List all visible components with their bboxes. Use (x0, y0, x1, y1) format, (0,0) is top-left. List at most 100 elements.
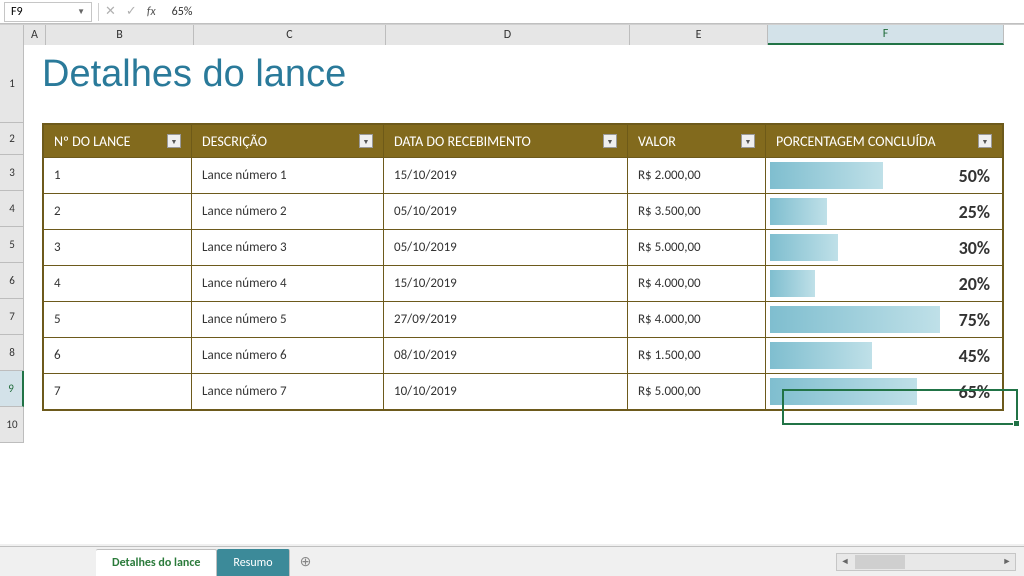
table-row: 1Lance número 115/10/2019R$ 2.000,00 50% (44, 157, 1002, 193)
formula-bar-value[interactable]: 65% (172, 5, 193, 19)
data-bar (770, 198, 827, 225)
confirm-icon[interactable]: ✓ (126, 4, 137, 19)
fx-icon[interactable]: fx (147, 5, 156, 19)
cell-percent[interactable]: 30% (766, 230, 1002, 265)
row-header-3[interactable]: 3 (0, 155, 24, 191)
cell-description[interactable]: Lance número 2 (192, 194, 384, 229)
cell-number[interactable]: 5 (44, 302, 192, 337)
percent-text: 65% (959, 381, 990, 403)
scroll-right-icon[interactable]: ► (999, 556, 1015, 567)
filter-dropdown-icon[interactable]: ▼ (359, 134, 373, 148)
cell-percent[interactable]: 25% (766, 194, 1002, 229)
row-header-6[interactable]: 6 (0, 263, 24, 299)
formula-bar-buttons: ✕ ✓ fx (105, 4, 156, 19)
row-header-9[interactable]: 9 (0, 371, 24, 407)
cell-description[interactable]: Lance número 1 (192, 158, 384, 193)
cell-description[interactable]: Lance número 3 (192, 230, 384, 265)
column-header-c[interactable]: C (194, 25, 386, 45)
sheet-tab-label: Resumo (233, 556, 272, 570)
cell-date[interactable]: 05/10/2019 (384, 230, 628, 265)
filter-dropdown-icon[interactable]: ▼ (603, 134, 617, 148)
cell-value[interactable]: R$ 5.000,00 (628, 374, 766, 409)
filter-dropdown-icon[interactable]: ▼ (741, 134, 755, 148)
table-column-header[interactable]: PORCENTAGEM CONCLUÍDA▼ (766, 125, 1002, 157)
table-column-label: VALOR (638, 133, 676, 150)
scroll-left-icon[interactable]: ◄ (837, 556, 853, 567)
cell-value[interactable]: R$ 1.500,00 (628, 338, 766, 373)
sheet-tab-resumo[interactable]: Resumo (217, 549, 289, 576)
percent-text: 30% (959, 237, 990, 259)
filter-dropdown-icon[interactable]: ▼ (978, 134, 992, 148)
name-box[interactable]: F9 ▼ (4, 2, 92, 22)
cell-number[interactable]: 2 (44, 194, 192, 229)
cell-percent[interactable]: 75% (766, 302, 1002, 337)
sheet-tab-label: Detalhes do lance (112, 556, 200, 570)
row-header-2[interactable]: 2 (0, 123, 24, 155)
page-title: Detalhes do lance (42, 53, 346, 96)
separator (98, 3, 99, 21)
cell-date[interactable]: 27/09/2019 (384, 302, 628, 337)
cell-value[interactable]: R$ 5.000,00 (628, 230, 766, 265)
table-row: 5Lance número 527/09/2019R$ 4.000,0075% (44, 301, 1002, 337)
cell-date[interactable]: 15/10/2019 (384, 158, 628, 193)
cell-percent[interactable]: 65% (766, 374, 1002, 409)
table-row: 3Lance número 305/10/2019R$ 5.000,00 30% (44, 229, 1002, 265)
cell-description[interactable]: Lance número 4 (192, 266, 384, 301)
scroll-thumb[interactable] (855, 555, 905, 569)
table-row: 6Lance número 608/10/2019R$ 1.500,0045% (44, 337, 1002, 373)
cell-number[interactable]: 6 (44, 338, 192, 373)
cell-date[interactable]: 08/10/2019 (384, 338, 628, 373)
column-header-b[interactable]: B (46, 25, 194, 45)
cell-value[interactable]: R$ 3.500,00 (628, 194, 766, 229)
table-column-label: DATA DO RECEBIMENTO (394, 133, 531, 150)
cancel-icon[interactable]: ✕ (105, 4, 116, 19)
cell-date[interactable]: 10/10/2019 (384, 374, 628, 409)
cell-number[interactable]: 3 (44, 230, 192, 265)
column-header-a[interactable]: A (24, 25, 46, 45)
name-box-value: F9 (11, 5, 23, 19)
table-column-header[interactable]: DESCRIÇÃO ▼ (192, 125, 384, 157)
cell-percent[interactable]: 20% (766, 266, 1002, 301)
percent-text: 50% (959, 165, 990, 187)
horizontal-scrollbar[interactable]: ◄ ► (836, 553, 1016, 571)
table-column-header[interactable]: DATA DO RECEBIMENTO ▼ (384, 125, 628, 157)
table-column-header[interactable]: Nº DO LANCE▼ (44, 125, 192, 157)
filter-dropdown-icon[interactable]: ▼ (167, 134, 181, 148)
cell-percent[interactable]: 45% (766, 338, 1002, 373)
select-all-corner[interactable] (0, 25, 24, 45)
sheet-tab-active[interactable]: Detalhes do lance (96, 549, 217, 576)
row-header-8[interactable]: 8 (0, 335, 24, 371)
data-bar (770, 378, 917, 405)
cell-description[interactable]: Lance número 7 (192, 374, 384, 409)
column-header-e[interactable]: E (630, 25, 768, 45)
cell-percent[interactable]: 50% (766, 158, 1002, 193)
row-header-4[interactable]: 4 (0, 191, 24, 227)
row-header-7[interactable]: 7 (0, 299, 24, 335)
data-bar (770, 342, 872, 369)
cell-date[interactable]: 05/10/2019 (384, 194, 628, 229)
cell-value[interactable]: R$ 4.000,00 (628, 302, 766, 337)
cell-number[interactable]: 7 (44, 374, 192, 409)
column-header-f[interactable]: F (768, 25, 1004, 45)
formula-bar: F9 ▼ ✕ ✓ fx 65% (0, 0, 1024, 24)
cell-date[interactable]: 15/10/2019 (384, 266, 628, 301)
column-header-d[interactable]: D (386, 25, 630, 45)
add-sheet-button[interactable]: ⊕ (290, 547, 322, 576)
row-header-5[interactable]: 5 (0, 227, 24, 263)
name-box-dropdown-icon[interactable]: ▼ (77, 7, 85, 17)
cell-value[interactable]: R$ 4.000,00 (628, 266, 766, 301)
row-headers: 12345678910 (0, 45, 24, 443)
cell-number[interactable]: 4 (44, 266, 192, 301)
sheet-tab-bar: Detalhes do lance Resumo ⊕ ◄ ► (0, 546, 1024, 576)
row-header-1[interactable]: 1 (0, 45, 24, 123)
fill-handle[interactable] (1013, 420, 1020, 427)
data-bar (770, 234, 838, 261)
cell-description[interactable]: Lance número 5 (192, 302, 384, 337)
cell-value[interactable]: R$ 2.000,00 (628, 158, 766, 193)
table-column-header[interactable]: VALOR ▼ (628, 125, 766, 157)
sheet-nav-buttons[interactable] (0, 547, 96, 576)
table-column-label: DESCRIÇÃO (202, 133, 267, 150)
row-header-10[interactable]: 10 (0, 407, 24, 443)
cell-description[interactable]: Lance número 6 (192, 338, 384, 373)
cell-number[interactable]: 1 (44, 158, 192, 193)
